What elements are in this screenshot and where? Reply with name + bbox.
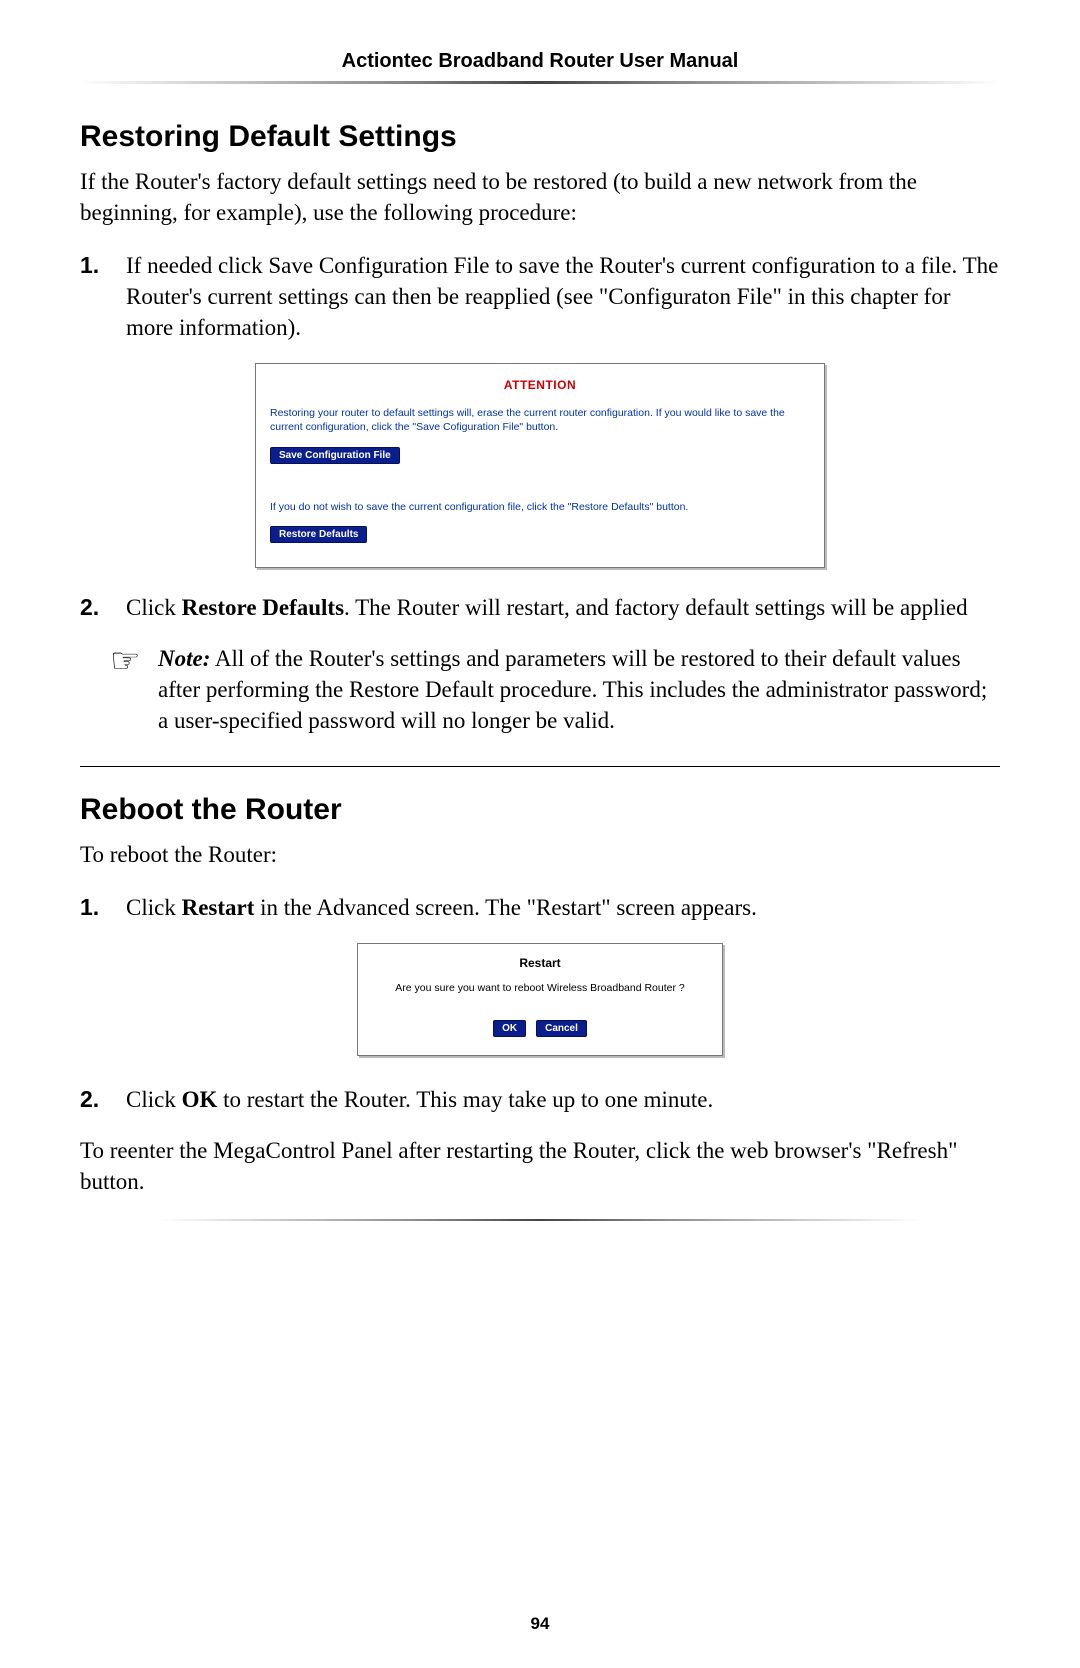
text-bold: OK (182, 1087, 218, 1112)
running-head: Actiontec Broadband Router User Manual (80, 50, 1000, 73)
steps-reboot-2: 2. Click OK to restart the Router. This … (80, 1084, 1000, 1115)
text-suffix: . The Router will restart, and factory d… (344, 595, 968, 620)
page: Actiontec Broadband Router User Manual R… (0, 0, 1080, 1668)
text-prefix: Click (126, 895, 182, 920)
section-divider (80, 766, 1000, 767)
heading-reboot-router: Reboot the Router (80, 793, 1000, 827)
attention-message-2: If you do not wish to save the current c… (270, 500, 810, 514)
text-bold: Restart (182, 895, 255, 920)
reboot-intro: To reboot the Router: (80, 839, 1000, 870)
restart-message: Are you sure you want to reboot Wireless… (370, 982, 710, 994)
step-2: 2. Click OK to restart the Router. This … (80, 1084, 1000, 1115)
step-text: Click OK to restart the Router. This may… (126, 1084, 1000, 1115)
text-suffix: in the Advanced screen. The "Restart" sc… (254, 895, 756, 920)
cancel-button[interactable]: Cancel (536, 1020, 587, 1037)
text-prefix: Click (126, 595, 182, 620)
restart-title: Restart (370, 956, 710, 970)
steps-reboot: 1. Click Restart in the Advanced screen.… (80, 892, 1000, 923)
heading-restoring-defaults: Restoring Default Settings (80, 120, 1000, 154)
step-text: Click Restore Defaults. The Router will … (126, 592, 1000, 623)
attention-title: ATTENTION (270, 378, 810, 392)
save-configuration-file-button[interactable]: Save Configuration File (270, 447, 400, 464)
note-body: All of the Router's settings and paramet… (158, 646, 987, 733)
note-block: ☞ Note: All of the Router's settings and… (110, 643, 1000, 736)
step-1: 1. Click Restart in the Advanced screen.… (80, 892, 1000, 923)
attention-message-1: Restoring your router to default setting… (270, 406, 810, 434)
ok-button[interactable]: OK (493, 1020, 526, 1037)
note-label: Note: (158, 646, 210, 671)
footer-rule (160, 1219, 920, 1221)
steps-restoring-2: 2. Click Restore Defaults. The Router wi… (80, 592, 1000, 623)
step-number: 1. (80, 250, 126, 343)
attention-panel: ATTENTION Restoring your router to defau… (255, 363, 825, 568)
restore-defaults-button[interactable]: Restore Defaults (270, 526, 367, 543)
header-rule (80, 81, 1000, 84)
step-number: 2. (80, 1084, 126, 1115)
pointing-hand-icon: ☞ (110, 643, 158, 736)
step-number: 1. (80, 892, 126, 923)
step-text: Click Restart in the Advanced screen. Th… (126, 892, 1000, 923)
text-suffix: to restart the Router. This may take up … (217, 1087, 713, 1112)
page-number: 94 (0, 1614, 1080, 1634)
text-bold: Restore Defaults (182, 595, 344, 620)
intro-paragraph: If the Router's factory default settings… (80, 166, 1000, 228)
restart-button-row: OK Cancel (370, 1020, 710, 1037)
step-1: 1. If needed click Save Configuration Fi… (80, 250, 1000, 343)
reboot-outro: To reenter the MegaControl Panel after r… (80, 1135, 1000, 1197)
step-text: If needed click Save Configuration File … (126, 250, 1000, 343)
steps-restoring: 1. If needed click Save Configuration Fi… (80, 250, 1000, 343)
restart-panel: Restart Are you sure you want to reboot … (357, 943, 723, 1056)
text-prefix: Click (126, 1087, 182, 1112)
step-2: 2. Click Restore Defaults. The Router wi… (80, 592, 1000, 623)
note-text: Note: All of the Router's settings and p… (158, 643, 1000, 736)
step-number: 2. (80, 592, 126, 623)
